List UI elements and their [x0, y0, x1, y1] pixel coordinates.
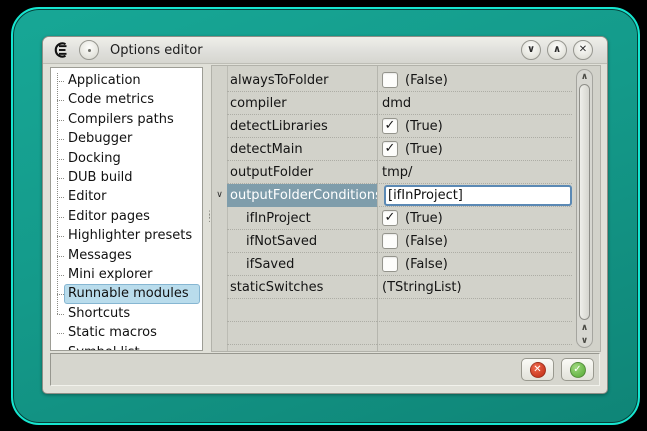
checkbox-checked-icon[interactable]: ✓ [382, 118, 398, 134]
scrollbar-thumb[interactable] [579, 84, 590, 320]
property-name[interactable]: ifInProject [227, 207, 377, 230]
value-label: (TStringList) [382, 280, 462, 295]
property-name[interactable]: ifNotSaved [227, 230, 377, 253]
sidebar-item-editor-pages[interactable]: Editor pages [64, 207, 200, 226]
property-row-ifNotSaved[interactable]: ifNotSaved (False) [212, 230, 572, 253]
property-grid: alwaysToFolder (False) compiler dmd dete… [211, 65, 601, 352]
property-value[interactable]: dmd [377, 92, 572, 115]
value-label: (True) [405, 119, 443, 134]
property-value[interactable]: tmp/ [377, 161, 572, 184]
property-row-ifSaved[interactable]: ifSaved (False) [212, 253, 572, 276]
property-row-outputFolderConditions[interactable]: ∨ outputFolderConditions [212, 184, 572, 207]
close-icon: ✕ [579, 45, 587, 55]
expand-chevron-icon[interactable]: ∨ [216, 191, 223, 200]
value-label: (True) [405, 142, 443, 157]
scroll-down-icon[interactable]: ∨ [577, 334, 592, 347]
value-label: (False) [405, 234, 448, 249]
menu-dot-icon [88, 49, 91, 52]
titlebar[interactable]: Options editor ∨ ∧ ✕ [43, 37, 607, 64]
scroll-up-icon[interactable]: ∧ [577, 70, 592, 83]
sidebar-item-dub-build[interactable]: DUB build [64, 168, 200, 187]
sidebar-item-application[interactable]: Application [64, 71, 200, 90]
vertical-scrollbar[interactable]: ∧ ∧ ∨ [576, 69, 593, 348]
sidebar-item-debugger[interactable]: Debugger [64, 129, 200, 148]
sidebar-item-docking[interactable]: Docking [64, 149, 200, 168]
close-button[interactable]: ✕ [573, 40, 593, 60]
property-row-alwaysToFolder[interactable]: alwaysToFolder (False) [212, 69, 572, 92]
sidebar-item-runnable-modules[interactable]: Runnable modules [64, 284, 200, 303]
property-row-detectLibraries[interactable]: detectLibraries ✓ (True) [212, 115, 572, 138]
property-name[interactable]: outputFolderConditions [227, 184, 377, 207]
sidebar-item-code-metrics[interactable]: Code metrics [64, 90, 200, 109]
sidebar-item-highlighter-presets[interactable]: Highlighter presets [64, 226, 200, 245]
property-value[interactable]: (False) [377, 69, 572, 92]
window-menu-button[interactable] [79, 40, 99, 60]
property-value[interactable]: (False) [377, 230, 572, 253]
property-row-staticSwitches[interactable]: staticSwitches (TStringList) [212, 276, 572, 299]
options-editor-window: Options editor ∨ ∧ ✕ Application Code me… [42, 36, 608, 394]
property-name[interactable]: staticSwitches [227, 276, 377, 299]
checkbox-unchecked-icon[interactable] [382, 72, 398, 88]
property-name[interactable]: detectMain [227, 138, 377, 161]
sidebar-item-mini-explorer[interactable]: Mini explorer [64, 265, 200, 284]
footer-bar: ✕ ✓ [50, 353, 600, 386]
sidebar-item-messages[interactable]: Messages [64, 246, 200, 265]
accept-icon: ✓ [570, 362, 586, 378]
property-name[interactable]: outputFolder [227, 161, 377, 184]
sidebar-item-symbol-list[interactable]: Symbol list [64, 343, 200, 351]
property-row-compiler[interactable]: compiler dmd [212, 92, 572, 115]
maximize-button[interactable]: ∧ [547, 40, 567, 60]
sidebar-item-compilers-paths[interactable]: Compilers paths [64, 110, 200, 129]
checkbox-checked-icon[interactable]: ✓ [382, 141, 398, 157]
value-label: (False) [405, 257, 448, 272]
property-row-outputFolder[interactable]: outputFolder tmp/ [212, 161, 572, 184]
value-label: dmd [382, 96, 411, 111]
property-name[interactable]: alwaysToFolder [227, 69, 377, 92]
empty-row [212, 299, 572, 322]
shade-button[interactable]: ∨ [521, 40, 541, 60]
checkbox-checked-icon[interactable]: ✓ [382, 210, 398, 226]
property-row-detectMain[interactable]: detectMain ✓ (True) [212, 138, 572, 161]
property-name[interactable]: ifSaved [227, 253, 377, 276]
property-value[interactable] [377, 184, 572, 207]
sidebar-item-editor[interactable]: Editor [64, 187, 200, 206]
value-label: (False) [405, 73, 448, 88]
property-row-ifInProject[interactable]: ifInProject ✓ (True) [212, 207, 572, 230]
value-label: tmp/ [382, 165, 412, 180]
property-value[interactable]: (False) [377, 253, 572, 276]
property-value[interactable]: (TStringList) [377, 276, 572, 299]
scroll-up-secondary-icon[interactable]: ∧ [577, 321, 592, 334]
titlebar-buttons: ∨ ∧ ✕ [521, 40, 593, 60]
property-name[interactable]: detectLibraries [227, 115, 377, 138]
property-value[interactable]: ✓ (True) [377, 115, 572, 138]
chevron-up-icon: ∧ [553, 45, 561, 55]
sidebar-item-shortcuts[interactable]: Shortcuts [64, 304, 200, 323]
app-logo-icon [51, 42, 71, 58]
empty-row [212, 322, 572, 345]
property-name[interactable]: compiler [227, 92, 377, 115]
accept-button[interactable]: ✓ [561, 358, 594, 381]
property-value[interactable]: ✓ (True) [377, 207, 572, 230]
sidebar-item-static-macros[interactable]: Static macros [64, 323, 200, 342]
category-tree: Application Code metrics Compilers paths… [50, 67, 203, 351]
chevron-down-icon: ∨ [527, 45, 535, 55]
value-label: (True) [405, 211, 443, 226]
property-value[interactable]: ✓ (True) [377, 138, 572, 161]
cancel-icon: ✕ [530, 362, 546, 378]
checkbox-unchecked-icon[interactable] [382, 256, 398, 272]
category-list: Application Code metrics Compilers paths… [51, 71, 202, 351]
cancel-button[interactable]: ✕ [521, 358, 554, 381]
property-value-input[interactable] [384, 185, 572, 206]
window-title: Options editor [110, 43, 521, 58]
checkbox-unchecked-icon[interactable] [382, 233, 398, 249]
property-rows: alwaysToFolder (False) compiler dmd dete… [212, 69, 572, 345]
